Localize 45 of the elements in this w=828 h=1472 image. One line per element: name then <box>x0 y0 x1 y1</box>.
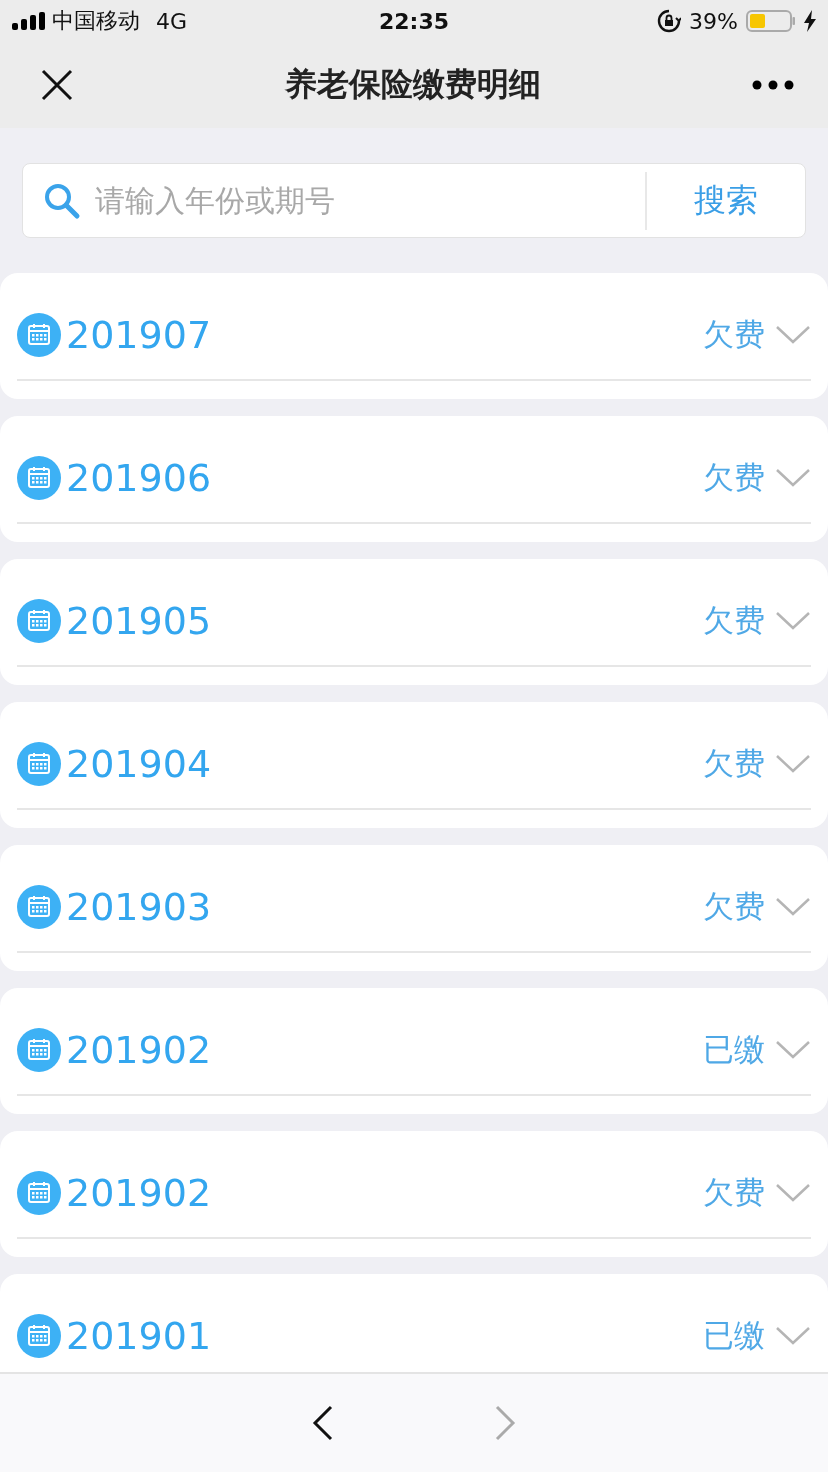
calendar-icon <box>17 742 61 786</box>
network-type: 4G <box>156 8 188 34</box>
calendar-icon <box>17 313 61 357</box>
page-title: 养老保险缴费明细 <box>284 64 542 105</box>
calendar-icon <box>17 1314 61 1358</box>
period-number: 201903 <box>66 885 213 929</box>
period-number: 201907 <box>66 313 213 357</box>
payment-status: 已缴 <box>703 1030 765 1069</box>
period-number: 201904 <box>66 742 213 786</box>
period-number: 201901 <box>66 1314 213 1358</box>
battery-icon <box>746 10 796 32</box>
calendar-icon <box>17 1028 61 1072</box>
chevron-icon[interactable] <box>775 1326 811 1346</box>
charging-icon <box>804 10 816 32</box>
signal-icon <box>12 12 46 30</box>
payment-status: 欠费 <box>703 744 765 783</box>
chevron-icon[interactable] <box>775 1040 811 1060</box>
chevron-icon[interactable] <box>775 611 811 631</box>
payment-status: 欠费 <box>703 887 765 926</box>
calendar-icon <box>17 1171 61 1215</box>
search-icon <box>43 181 81 220</box>
chevron-icon[interactable] <box>775 754 811 774</box>
status-time: 22:35 <box>379 8 449 34</box>
period-number: 201902 <box>66 1028 213 1072</box>
back-button[interactable] <box>312 1405 334 1441</box>
chevron-icon[interactable] <box>775 1183 811 1203</box>
payment-status: 欠费 <box>703 315 765 354</box>
payment-status: 欠费 <box>703 458 765 497</box>
payment-status: 已缴 <box>703 1316 765 1355</box>
battery-percent: 39% <box>689 8 738 34</box>
chevron-icon[interactable] <box>775 468 811 488</box>
calendar-icon <box>17 885 61 929</box>
calendar-icon <box>17 599 61 643</box>
period-number: 201905 <box>66 599 213 643</box>
period-number: 201906 <box>66 456 213 500</box>
payment-status: 欠费 <box>703 1173 765 1212</box>
search-input[interactable]: 请输入年份或期号 <box>95 183 515 218</box>
calendar-icon <box>17 456 61 500</box>
chevron-icon[interactable] <box>775 897 811 917</box>
rotation-lock-icon <box>657 9 682 33</box>
period-number: 201902 <box>66 1171 213 1215</box>
payment-status: 欠费 <box>703 601 765 640</box>
chevron-icon[interactable] <box>775 325 811 345</box>
search-button[interactable]: 搜索 <box>647 164 805 237</box>
carrier-name: 中国移动 <box>52 7 140 35</box>
